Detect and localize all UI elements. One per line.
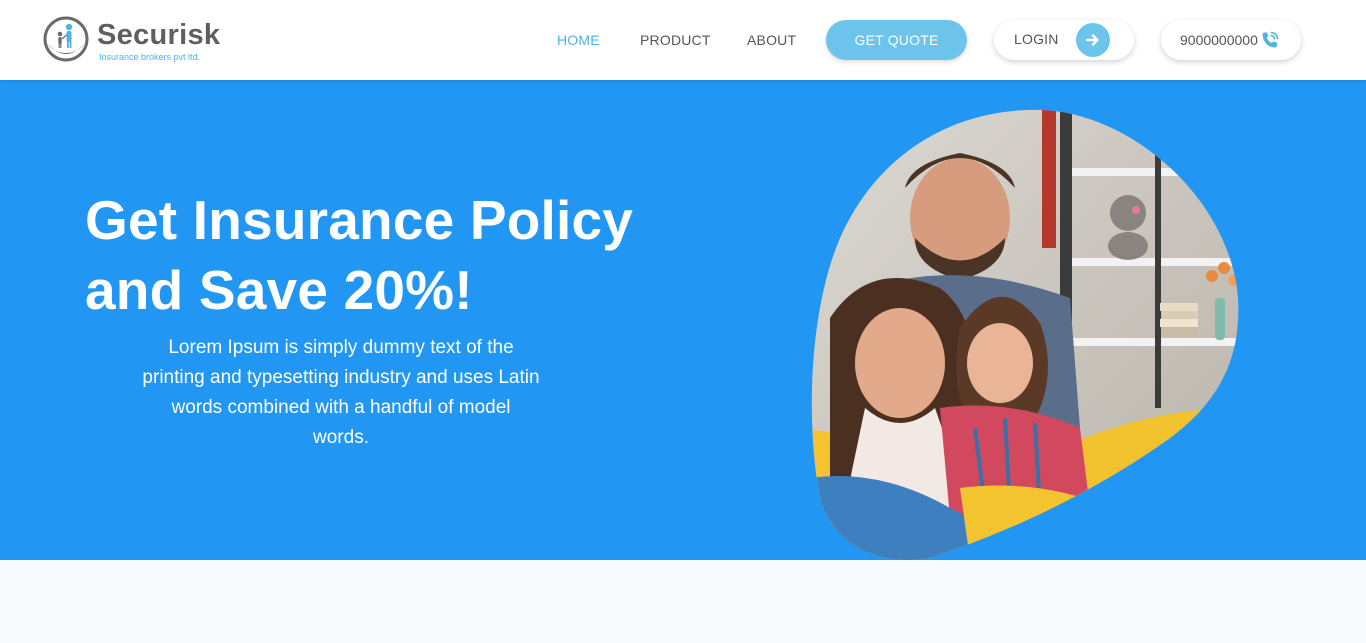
nav-product[interactable]: PRODUCT (640, 31, 711, 49)
hero-section: Get Insurance Policy and Save 20%! Lorem… (0, 80, 1366, 560)
login-icon-circle (1076, 23, 1110, 57)
hero-description: Lorem Ipsum is simply dummy text of the … (142, 337, 540, 448)
brand-name: Securisk (97, 19, 221, 51)
phone-contact[interactable]: 9000000000 (1161, 20, 1301, 60)
brand-logo[interactable]: Securisk Insurance brokers pvt ltd. (42, 15, 220, 65)
nav-about[interactable]: ABOUT (747, 31, 796, 49)
family-photo (811, 109, 1239, 560)
login-button[interactable]: LOGIN (994, 20, 1134, 60)
family-umbrella-logo-icon (43, 16, 89, 62)
phone-number: 9000000000 (1180, 32, 1258, 48)
nav-home[interactable]: HOME (557, 31, 600, 49)
hero-title-line-1: Get Insurance Policy (85, 189, 634, 251)
hero-title-line-2: and Save 20%! (85, 259, 473, 321)
get-quote-button[interactable]: GET QUOTE (826, 20, 967, 60)
content-area (0, 560, 1366, 643)
site-header: Securisk Insurance brokers pvt ltd. HOME… (0, 0, 1366, 80)
arrow-right-icon (1085, 34, 1099, 46)
hero-title: Get Insurance Policy and Save 20%! (85, 185, 645, 325)
brand-tagline: Insurance brokers pvt ltd. (99, 52, 201, 62)
login-label: LOGIN (1014, 31, 1059, 47)
phone-call-icon (1262, 31, 1279, 48)
